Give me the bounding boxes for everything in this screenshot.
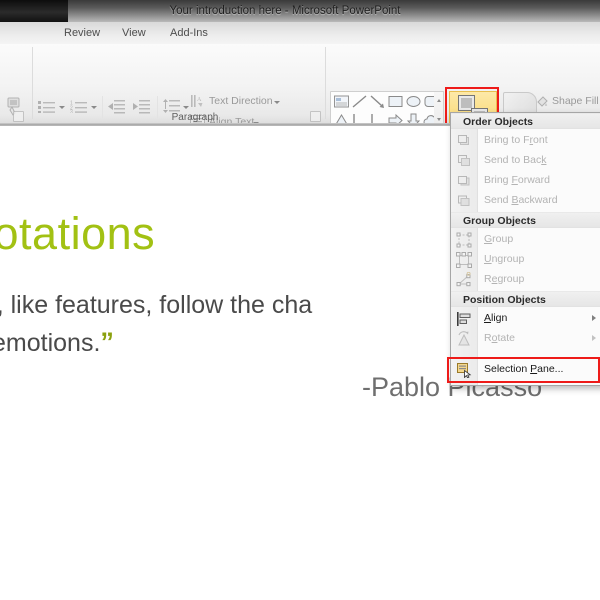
shape-arrow-icon[interactable] (369, 93, 386, 110)
slide-quote-line-2[interactable]: emotions.” (0, 327, 114, 358)
group-icon (456, 232, 472, 248)
selection-pane-icon (456, 362, 472, 378)
menu-item-ungroup-label: Ungroup (484, 253, 525, 265)
shapes-gallery-scrollbar[interactable] (434, 91, 444, 125)
menu-item-bring-to-front[interactable]: Bring to Front (451, 130, 600, 150)
menu-item-rotate[interactable]: Rotate (451, 328, 600, 348)
shape-elbow-connector-icon[interactable] (351, 112, 368, 125)
menu-section-header-order-objects: Order Objects (451, 113, 600, 129)
menu-item-align-label: Align (484, 312, 508, 324)
closing-quote-mark-icon: ” (100, 327, 114, 357)
menu-item-bring-forward-label: Bring Forward (484, 174, 550, 186)
ribbon-tab-strip: Review View Add-Ins (0, 22, 600, 45)
menu-item-send-backward[interactable]: Send Backward (451, 190, 600, 210)
menu-item-send-to-back-label: Send to Back (484, 154, 547, 166)
menu-item-group[interactable]: Group (451, 229, 600, 249)
bullets-chevron-down-icon[interactable] (59, 106, 65, 109)
text-direction-label[interactable]: Text Direction (209, 95, 273, 107)
font-dialog-launcher[interactable] (13, 111, 24, 122)
text-direction-chevron-down-icon[interactable] (274, 101, 280, 104)
menu-item-regroup[interactable]: Regroup (451, 269, 600, 289)
shape-down-arrow-icon[interactable] (405, 112, 422, 125)
menu-item-align[interactable]: Align (451, 308, 600, 328)
menu-item-regroup-label: Regroup (484, 273, 525, 285)
svg-text:A: A (197, 97, 202, 103)
menu-item-group-label: Group (484, 233, 514, 245)
menu-section-header-position-objects: Position Objects (451, 291, 600, 307)
text-direction-icon[interactable]: A (190, 94, 205, 108)
menu-item-rotate-label: Rotate (484, 332, 515, 344)
paragraph-dialog-launcher[interactable] (310, 111, 321, 122)
shape-right-arrow-icon[interactable] (387, 112, 404, 125)
bulleted-list-icon[interactable] (38, 100, 56, 113)
align-text-chevron-down-icon[interactable] (253, 122, 259, 125)
ungroup-icon (456, 251, 472, 268)
regroup-icon (456, 271, 472, 288)
rotate-submenu-chevron-right-icon (592, 335, 596, 341)
tab-review[interactable]: Review (58, 25, 106, 42)
gallery-scroll-down-button[interactable] (434, 111, 443, 125)
shape-triangle-icon[interactable] (333, 112, 350, 125)
numbering-chevron-down-icon[interactable] (91, 106, 97, 109)
menu-item-selection-pane[interactable]: Selection Pane... (451, 359, 600, 379)
title-bar-left-shadow (0, 0, 68, 22)
bring-to-front-icon (456, 133, 472, 149)
menu-item-bring-to-front-label: Bring to Front (484, 134, 548, 146)
shape-elbow-arrow-icon[interactable] (369, 112, 386, 125)
group-separator-2 (325, 47, 326, 119)
menu-item-ungroup[interactable]: Ungroup (451, 249, 600, 269)
menu-item-selection-pane-label: Selection Pane... (484, 363, 564, 375)
shape-fill-label[interactable]: Shape Fill (552, 95, 599, 107)
shape-textbox-icon[interactable] (333, 93, 350, 110)
align-submenu-chevron-right-icon (592, 315, 596, 321)
shape-oval-icon[interactable] (405, 93, 422, 110)
bring-forward-icon (456, 173, 472, 189)
tab-add-ins[interactable]: Add-Ins (164, 25, 214, 42)
paragraph-group-label: Paragraph (171, 112, 219, 123)
shape-fill-icon[interactable] (536, 95, 549, 107)
tab-view[interactable]: View (116, 25, 152, 42)
slide-quote-line-2-text: emotions. (0, 329, 101, 357)
send-to-back-icon (456, 153, 472, 169)
menu-item-send-to-back[interactable]: Send to Back (451, 150, 600, 170)
shapes-gallery[interactable] (330, 91, 444, 125)
window-title-bar: Your introduction here - Microsoft Power… (0, 0, 600, 22)
gallery-scroll-up-button[interactable] (434, 92, 443, 110)
arrange-dropdown-menu[interactable]: Order Objects Bring to Front Send to Bac… (450, 112, 600, 386)
line-spacing-chevron-down-icon[interactable] (183, 106, 189, 109)
window-title: Your introduction here - Microsoft Power… (169, 5, 401, 17)
menu-item-bring-forward[interactable]: Bring Forward (451, 170, 600, 190)
group-separator (32, 47, 33, 119)
menu-section-header-group-objects: Group Objects (451, 212, 600, 228)
align-objects-icon (456, 311, 472, 327)
shape-rectangle-icon[interactable] (387, 93, 404, 110)
send-backward-icon (456, 193, 472, 209)
slide-quote-line-1[interactable]: ors, like features, follow the cha (0, 291, 312, 320)
rotate-icon (456, 330, 472, 347)
slide-title[interactable]: uotations (0, 208, 155, 260)
shape-line-icon[interactable] (351, 93, 368, 110)
menu-item-send-backward-label: Send Backward (484, 194, 558, 206)
